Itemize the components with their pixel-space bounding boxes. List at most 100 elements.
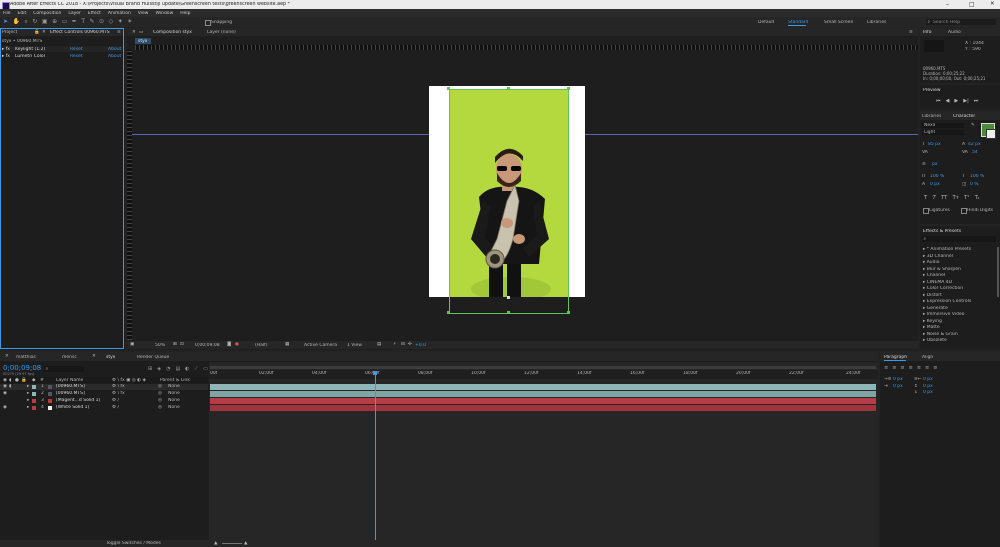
search-help-field[interactable]: ⌕ Search Help xyxy=(926,18,996,25)
timeline-icon[interactable]: ⊟ xyxy=(401,342,405,347)
faux-bold-icon[interactable]: T xyxy=(924,195,927,201)
hindi-digits-checkbox[interactable] xyxy=(961,208,967,214)
timeline-tab-matthias[interactable]: matthias xyxy=(16,355,36,360)
graph-editor-icon[interactable]: ⟋ xyxy=(195,366,199,372)
effects-item[interactable]: ▸ Color Correction xyxy=(920,286,998,292)
justify-all-icon[interactable]: ≡ xyxy=(933,365,937,371)
lock-icon[interactable]: 🔒 xyxy=(21,378,27,383)
pan-behind-tool-icon[interactable]: ⊕ xyxy=(52,18,57,26)
playhead-handle[interactable] xyxy=(373,371,377,375)
hand-tool-icon[interactable]: ✋ xyxy=(13,18,20,26)
menu-view[interactable]: View xyxy=(138,11,149,16)
menu-effect[interactable]: Effect xyxy=(88,11,101,16)
parent-select[interactable]: None xyxy=(168,398,180,404)
effects-search-field[interactable]: ⌕ xyxy=(922,236,996,242)
toggle-switches-modes[interactable]: Toggle Switches / Modes xyxy=(106,541,161,546)
effects-item[interactable]: ▸ Obsolete xyxy=(920,338,998,344)
horizontal-scale-value[interactable]: 100 % xyxy=(970,174,984,179)
effects-item[interactable]: ▸ Immersive Video xyxy=(920,312,998,318)
timeline-tab-mensc[interactable]: mensc xyxy=(62,355,77,360)
effects-item[interactable]: ▸ 3D Channel xyxy=(920,254,998,260)
layer-label-color[interactable] xyxy=(32,399,36,403)
parent-pickwhip-icon[interactable]: ◎ xyxy=(158,384,162,390)
region-of-interest-icon[interactable]: ▣ xyxy=(130,342,134,347)
layer-row[interactable]: ▸ 3 [Magent...d Solid 1] ⚙ / ◎ None xyxy=(0,398,208,404)
align-center-icon[interactable]: ≡ xyxy=(892,365,896,371)
lock-icon[interactable]: ▭ xyxy=(139,30,143,35)
graph-editor-view-icon[interactable]: ▭ xyxy=(203,366,208,372)
expand-icon[interactable]: ▸ xyxy=(27,398,29,404)
paragraph-tab[interactable]: Paragraph xyxy=(884,355,907,360)
brush-tool-icon[interactable]: ✎ xyxy=(90,18,95,26)
space-before-value[interactable]: 0 px xyxy=(923,384,933,389)
effects-item[interactable]: ▸ Channel xyxy=(920,273,998,279)
timeline-tab-styx[interactable]: styx xyxy=(106,355,115,360)
effects-item[interactable]: ▸ * Animation Presets xyxy=(920,247,998,253)
effects-item[interactable]: ▸ Blur & Sharpen xyxy=(920,267,998,273)
character-tab[interactable]: Character xyxy=(953,114,975,119)
parent-select[interactable]: None xyxy=(168,384,180,390)
layer-name[interactable]: [Magent...d Solid 1] xyxy=(56,398,100,404)
menu-file[interactable]: File xyxy=(3,11,11,16)
playhead[interactable] xyxy=(375,372,376,540)
last-frame-icon[interactable]: ⏭ xyxy=(974,98,979,104)
superscript-icon[interactable]: T¹ xyxy=(964,195,969,201)
exposure-value[interactable]: +0.0 xyxy=(415,343,426,348)
parent-pickwhip-icon[interactable]: ◎ xyxy=(158,398,162,404)
comp-flowchart-icon[interactable]: ⊞ xyxy=(148,366,152,372)
layer-switches[interactable]: ⚙ \ fx xyxy=(112,391,125,397)
effects-item[interactable]: ▸ Audio xyxy=(920,260,998,266)
close-button[interactable]: ✕ xyxy=(990,1,995,7)
menu-window[interactable]: Window xyxy=(156,11,174,16)
flowchart-icon[interactable]: ✣ xyxy=(408,342,412,347)
play-icon[interactable]: ▶ xyxy=(954,98,958,104)
layer-handle[interactable] xyxy=(567,311,570,314)
effects-item[interactable]: ▸ Matte xyxy=(920,325,998,331)
layer-bar[interactable] xyxy=(210,405,876,411)
minimize-button[interactable]: – xyxy=(946,1,949,8)
eye-icon[interactable]: ◉ xyxy=(3,384,7,390)
layer-bounding-box[interactable] xyxy=(449,89,569,314)
workspace-default[interactable]: Default xyxy=(758,20,774,25)
effects-item[interactable]: ▸ CINEMA 4D xyxy=(920,280,998,286)
menu-layer[interactable]: Layer xyxy=(68,11,81,16)
rectangle-tool-icon[interactable]: ▭ xyxy=(62,18,68,26)
menu-animation[interactable]: Animation xyxy=(108,11,131,16)
vertical-scale-value[interactable]: 100 % xyxy=(930,174,944,179)
toggle-pixel-icon[interactable]: ▤ xyxy=(377,342,381,347)
selection-tool-icon[interactable]: ➤ xyxy=(3,18,8,26)
align-right-icon[interactable]: ≡ xyxy=(900,365,904,371)
subscript-icon[interactable]: T₁ xyxy=(975,195,980,201)
anchor-handle[interactable] xyxy=(507,296,510,299)
eye-icon[interactable]: ◉ xyxy=(3,405,7,411)
views-select[interactable]: 1 View xyxy=(347,343,362,348)
menu-edit[interactable]: Edit xyxy=(18,11,27,16)
layer-bar[interactable] xyxy=(210,391,876,397)
parent-select[interactable]: None xyxy=(168,391,180,397)
rotate-tool-icon[interactable]: ↻ xyxy=(32,18,37,26)
layer-handle[interactable] xyxy=(447,87,450,90)
eraser-tool-icon[interactable]: ◇ xyxy=(109,18,114,26)
ligatures-checkbox[interactable] xyxy=(923,208,929,214)
comp-label-pill[interactable]: styx xyxy=(135,38,151,44)
camera-tool-icon[interactable]: ▣ xyxy=(42,18,48,26)
render-queue-tab[interactable]: Render Queue xyxy=(137,355,169,360)
first-frame-icon[interactable]: ⏮ xyxy=(936,98,941,104)
faux-italic-icon[interactable]: T xyxy=(933,195,936,201)
indent-first-value[interactable]: 0 px xyxy=(893,384,903,389)
zoom-tool-icon[interactable]: ⌕ xyxy=(25,18,28,26)
horizontal-ruler[interactable] xyxy=(135,45,918,50)
justify-left-icon[interactable]: ≡ xyxy=(909,365,913,371)
close-tab-icon[interactable]: ✕ xyxy=(5,354,9,359)
eyedropper-icon[interactable]: ✎ xyxy=(971,123,975,128)
switches-header-icon[interactable]: ⚙ \ fx ▣ ◎ ◐ ◈ xyxy=(112,378,146,383)
eye-icon[interactable]: ◉ xyxy=(3,378,7,383)
color-icon[interactable]: ● xyxy=(235,342,239,347)
layer-row[interactable]: ◉ ▸ 4 [White Solid 1] ⚙ / ◎ None xyxy=(0,405,208,411)
audio-icon[interactable]: ◖ xyxy=(9,378,11,383)
previous-frame-icon[interactable]: ◀ xyxy=(946,98,950,104)
expand-icon[interactable]: ▸ xyxy=(27,391,29,397)
tracking-value[interactable]: 54 xyxy=(972,150,978,155)
libraries-tab[interactable]: Libraries xyxy=(922,114,941,119)
layer-label-color[interactable] xyxy=(32,392,36,396)
